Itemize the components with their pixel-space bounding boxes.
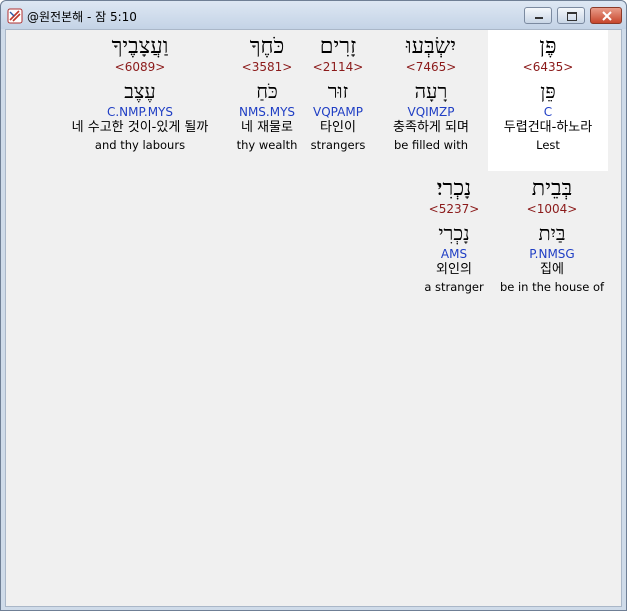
morphology-code: AMS (440, 247, 468, 261)
korean-gloss: 네 재물로 (241, 120, 293, 135)
korean-gloss: 충족하게 되며 (393, 120, 469, 135)
app-window: @원전본해 - 잠 5:10 פֶּן <6435> פֵּן C 두렵건대-하… (0, 0, 627, 611)
hebrew-word: נָכְרִי׃ (436, 176, 472, 201)
lemma: פֵּן (540, 79, 556, 103)
strong-number[interactable]: <1004> (492, 202, 612, 217)
korean-gloss: 외인의 (436, 262, 472, 277)
english-gloss: and thy labours (94, 138, 186, 152)
close-button[interactable] (590, 7, 622, 24)
word-block[interactable]: זָרִים <2114> זוּר VQPAMP 타인이 strangers (302, 34, 374, 152)
strong-number[interactable]: <3581> (232, 60, 302, 75)
strong-number[interactable]: <2114> (302, 60, 374, 75)
morphology-code: C.NMP.MYS (106, 105, 173, 119)
morphology-code: P.NMSG (529, 247, 575, 261)
strong-number[interactable]: <6089> (52, 60, 228, 75)
app-icon (7, 8, 23, 24)
english-gloss: Lest (536, 138, 560, 152)
hebrew-word: יִשְׂבְּעוּ (405, 34, 457, 59)
lemma: רָעָה (414, 79, 448, 103)
morphology-code: VQPAMP (313, 105, 363, 119)
word-block[interactable]: כֹּחֶךָ <3581> כֹּחַ NMS.MYS 네 재물로 thy w… (232, 34, 302, 152)
korean-gloss: 두렵건대-하노라 (503, 120, 593, 135)
hebrew-word: זָרִים (319, 34, 357, 59)
word-block[interactable]: וַעֲצָבֶיךָ <6089> עֶצֶב C.NMP.MYS 네 수고한… (52, 34, 228, 152)
english-gloss: thy wealth (236, 138, 298, 152)
lemma: עֶצֶב (124, 79, 156, 103)
english-gloss: strangers (310, 138, 366, 152)
lemma: נָכְרִי (438, 221, 470, 245)
english-gloss: be in the house of (499, 280, 605, 294)
strong-number[interactable]: <6435> (488, 60, 608, 75)
morphology-code: NMS.MYS (238, 105, 296, 119)
maximize-button[interactable] (557, 7, 585, 24)
word-block[interactable]: נָכְרִי׃ <5237> נָכְרִי AMS 외인의 a strang… (414, 176, 494, 294)
strong-number[interactable]: <5237> (414, 202, 494, 217)
korean-gloss: 집에 (540, 262, 564, 277)
strong-number[interactable]: <7465> (374, 60, 488, 75)
morphology-code: VQIMZP (407, 105, 455, 119)
word-block[interactable]: פֶּן <6435> פֵּן C 두렵건대-하노라 Lest (488, 30, 608, 171)
lemma: זוּר (327, 79, 349, 103)
window-title: @원전본해 - 잠 5:10 (27, 10, 137, 24)
close-icon (602, 11, 612, 21)
morphology-code: C (543, 105, 553, 119)
hebrew-word: פֶּן (539, 34, 557, 59)
title-bar[interactable]: @원전본해 - 잠 5:10 (1, 1, 626, 29)
korean-gloss: 타인이 (320, 120, 356, 135)
hebrew-word: כֹּחֶךָ (249, 34, 285, 59)
korean-gloss: 네 수고한 것이-있게 될까 (71, 120, 209, 135)
interlinear-view: פֶּן <6435> פֵּן C 두렵건대-하노라 Lest יִשְׂבְ… (5, 29, 622, 607)
word-block[interactable]: יִשְׂבְּעוּ <7465> רָעָה VQIMZP 충족하게 되며 … (374, 34, 488, 152)
lemma: בַּיִת (538, 221, 566, 245)
english-gloss: be filled with (393, 138, 469, 152)
hebrew-word: וַעֲצָבֶיךָ (111, 34, 169, 59)
word-block[interactable]: בְּבֵית <1004> בַּיִת P.NMSG 집에 be in th… (492, 176, 612, 294)
minimize-button[interactable] (524, 7, 552, 24)
lemma: כֹּחַ (256, 79, 278, 103)
english-gloss: a stranger (424, 280, 484, 294)
hebrew-word: בְּבֵית (531, 176, 573, 201)
